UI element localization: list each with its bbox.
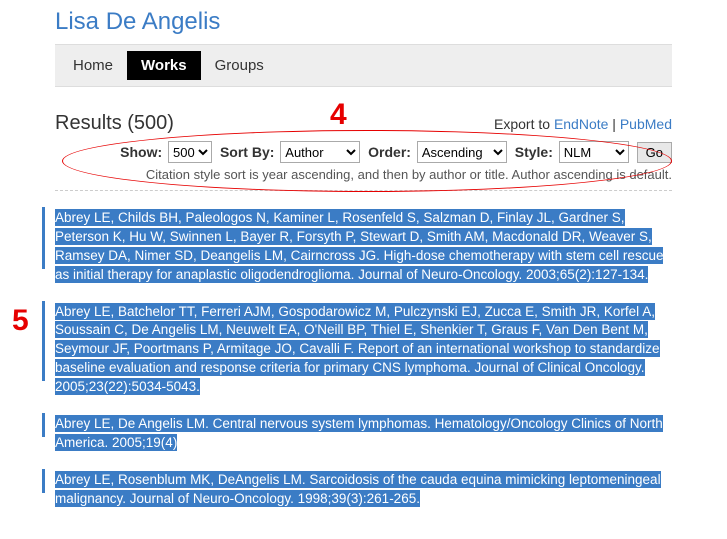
show-label: Show: bbox=[120, 144, 162, 160]
export-pubmed-link[interactable]: PubMed bbox=[620, 116, 672, 132]
go-button[interactable]: Go bbox=[637, 142, 672, 163]
list-item[interactable]: Abrey LE, Rosenblum MK, DeAngelis LM. Sa… bbox=[42, 471, 672, 509]
tab-works[interactable]: Works bbox=[127, 51, 201, 80]
sort-note: Citation style sort is year ascending, a… bbox=[55, 167, 672, 191]
export-separator: | bbox=[608, 116, 619, 132]
citation-text: Abrey LE, Batchelor TT, Ferreri AJM, Gos… bbox=[55, 303, 660, 396]
style-label: Style: bbox=[515, 144, 553, 160]
list-item[interactable]: Abrey LE, Childs BH, Paleologos N, Kamin… bbox=[42, 209, 672, 285]
citation-list: Abrey LE, Childs BH, Paleologos N, Kamin… bbox=[42, 209, 672, 509]
order-select[interactable]: Ascending bbox=[417, 141, 507, 163]
citation-text: Abrey LE, Rosenblum MK, DeAngelis LM. Sa… bbox=[55, 471, 661, 507]
nav-bar: Home Works Groups bbox=[55, 44, 672, 87]
show-select[interactable]: 500 bbox=[168, 141, 212, 163]
results-header: Results (500) Export to EndNote | PubMed bbox=[55, 112, 672, 135]
controls-row: Show: 500 Sort By: Author Order: Ascendi… bbox=[55, 141, 672, 163]
citation-text: Abrey LE, De Angelis LM. Central nervous… bbox=[55, 415, 663, 451]
tab-groups[interactable]: Groups bbox=[201, 51, 278, 80]
results-count: Results (500) bbox=[55, 112, 174, 135]
export-prefix: Export to bbox=[494, 116, 554, 132]
annotation-5: 5 bbox=[12, 304, 29, 338]
sort-select[interactable]: Author bbox=[280, 141, 360, 163]
citation-text: Abrey LE, Childs BH, Paleologos N, Kamin… bbox=[55, 209, 663, 283]
page-title: Lisa De Angelis bbox=[0, 0, 727, 44]
export-endnote-link[interactable]: EndNote bbox=[554, 116, 608, 132]
list-item[interactable]: Abrey LE, Batchelor TT, Ferreri AJM, Gos… bbox=[42, 303, 672, 397]
style-select[interactable]: NLM bbox=[559, 141, 629, 163]
export-section: Export to EndNote | PubMed bbox=[494, 116, 672, 132]
list-item[interactable]: Abrey LE, De Angelis LM. Central nervous… bbox=[42, 415, 672, 453]
tab-home[interactable]: Home bbox=[59, 51, 127, 80]
order-label: Order: bbox=[368, 144, 411, 160]
sort-label: Sort By: bbox=[220, 144, 274, 160]
